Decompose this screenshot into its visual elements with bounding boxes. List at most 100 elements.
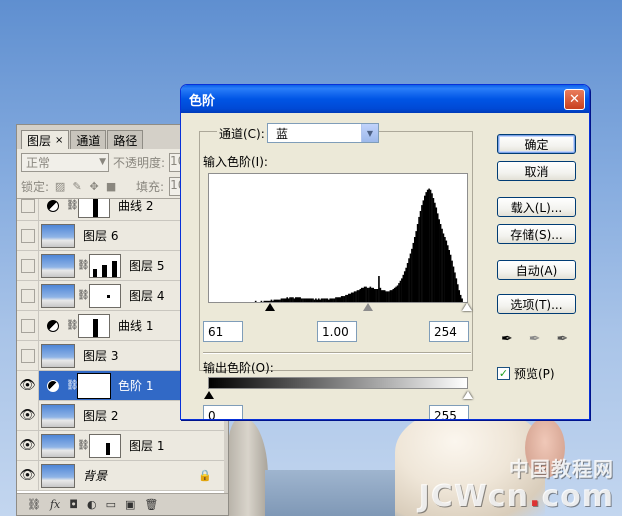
output-black-handle[interactable] <box>204 391 214 399</box>
histogram-bar <box>310 298 313 302</box>
new-layer-icon[interactable]: ▣ <box>125 498 135 511</box>
visibility-toggle[interactable]: 👁 <box>17 400 39 431</box>
load-button[interactable]: 载入(L)... <box>497 197 576 217</box>
histogram-bar <box>444 237 446 302</box>
output-white-handle[interactable] <box>463 391 473 399</box>
ok-button[interactable]: 确定 <box>497 134 576 154</box>
layer-mask-thumbnail[interactable] <box>77 372 111 399</box>
layer-thumbnail <box>41 253 75 278</box>
histogram-bar <box>383 290 386 302</box>
histogram-bar <box>279 299 281 302</box>
lock-all-icon[interactable]: ■ <box>105 180 117 193</box>
histogram-bar <box>366 287 369 302</box>
input-white-field[interactable]: 254 <box>429 321 469 342</box>
dialog-titlebar[interactable]: 色阶 ✕ <box>181 85 589 113</box>
tab-paths[interactable]: 路径 <box>107 130 144 149</box>
input-slider[interactable] <box>208 303 472 313</box>
white-eyedropper-icon[interactable]: ✒ <box>556 331 568 347</box>
close-button[interactable]: ✕ <box>564 88 585 110</box>
output-black-field[interactable]: 0 <box>203 405 243 419</box>
histogram-bar <box>421 205 423 302</box>
layer-thumbnail <box>41 403 75 428</box>
histogram-bar <box>299 297 301 302</box>
photo-rock <box>228 418 268 516</box>
levels-dialog: 色阶 ✕ 通道(C): 蓝 ▼ 输入色阶(I): 61 1.00 254 输出色… <box>180 84 590 420</box>
tab-channels[interactable]: 通道 <box>70 130 107 149</box>
histogram-bar <box>323 298 326 302</box>
save-button[interactable]: 存储(S)... <box>497 224 576 244</box>
layer-name: 背景 <box>83 469 108 483</box>
lock-paint-icon[interactable]: ✎ <box>71 180 83 193</box>
input-black-point-handle[interactable] <box>265 303 275 311</box>
link-icon: ⛓ <box>66 380 79 391</box>
link-layers-icon[interactable]: ⛓ <box>27 498 41 511</box>
input-black-field[interactable]: 61 <box>203 321 243 342</box>
layer-mask-thumbnail[interactable] <box>78 313 110 338</box>
fx-icon[interactable]: fx <box>50 498 60 511</box>
link-icon: ⛓ <box>77 440 90 451</box>
visibility-empty-box <box>20 258 35 273</box>
adjustment-icon[interactable]: ◐ <box>87 498 97 511</box>
channel-value: 蓝 <box>276 126 289 141</box>
eye-icon: 👁 <box>19 408 36 423</box>
lock-transparent-icon[interactable]: ▨ <box>54 180 66 193</box>
histogram-bar <box>369 286 372 302</box>
visibility-toggle[interactable] <box>17 199 39 221</box>
layer-row[interactable]: 👁 背景 🔒 <box>17 460 228 491</box>
auto-button[interactable]: 自动(A) <box>497 260 576 280</box>
histogram-bar <box>263 300 266 302</box>
tab-close-icon[interactable]: × <box>55 135 63 146</box>
histogram-bar <box>401 278 403 302</box>
output-slider[interactable] <box>204 391 473 401</box>
preview-checkbox[interactable]: ✓ <box>497 367 510 380</box>
gray-eyedropper-icon[interactable]: ✒ <box>529 331 541 347</box>
layer-mask-thumbnail[interactable] <box>89 283 121 308</box>
tab-layers[interactable]: 图层 × <box>21 130 70 149</box>
blend-mode-select[interactable]: 正常 ▼ <box>21 152 109 172</box>
folder-icon[interactable]: ▭ <box>106 498 116 511</box>
histogram-bar <box>385 291 387 302</box>
visibility-toggle[interactable] <box>17 340 39 371</box>
histogram-bar <box>451 260 453 302</box>
visibility-toggle[interactable]: 👁 <box>17 430 39 461</box>
input-gamma-handle[interactable] <box>363 303 373 311</box>
histogram-bar <box>415 231 418 302</box>
histogram-bar <box>426 189 429 302</box>
visibility-toggle[interactable] <box>17 310 39 341</box>
lock-label: 锁定: <box>21 180 50 194</box>
layer-mask-thumbnail[interactable] <box>89 433 121 458</box>
input-gamma-field[interactable]: 1.00 <box>317 321 357 342</box>
output-white-field[interactable]: 255 <box>429 405 469 419</box>
histogram-bar <box>316 299 319 302</box>
preview-row[interactable]: ✓ 预览(P) <box>497 365 555 382</box>
add-mask-icon[interactable]: ◘ <box>69 498 78 511</box>
visibility-toggle[interactable] <box>17 280 39 311</box>
histogram-bar <box>363 286 366 302</box>
visibility-toggle[interactable]: 👁 <box>17 370 39 401</box>
visibility-toggle[interactable] <box>17 250 39 281</box>
trash-icon[interactable]: 🗑 <box>144 498 158 511</box>
cancel-button[interactable]: 取消 <box>497 161 576 181</box>
histogram-bar <box>360 287 363 302</box>
histogram-bar <box>439 224 442 302</box>
visibility-toggle[interactable] <box>17 220 39 251</box>
black-eyedropper-icon[interactable]: ✒ <box>501 331 513 347</box>
input-white-point-handle[interactable] <box>462 303 472 311</box>
watermark-top: 中国教程网 <box>509 457 614 481</box>
visibility-toggle[interactable]: 👁 <box>17 460 39 491</box>
histogram-bar <box>396 285 399 302</box>
layer-row[interactable]: 👁 ⛓ 图层 1 <box>17 430 228 461</box>
chevron-down-icon[interactable]: ▼ <box>361 124 378 142</box>
layer-mask-thumbnail[interactable] <box>89 253 121 278</box>
histogram-bar <box>322 298 324 302</box>
histogram-bar <box>373 289 376 302</box>
histogram-bar <box>340 296 343 302</box>
options-button[interactable]: 选项(T)... <box>497 294 576 314</box>
channel-select[interactable]: 蓝 ▼ <box>267 123 379 143</box>
layer-mask-thumbnail[interactable] <box>78 199 110 218</box>
histogram-bar <box>293 298 296 302</box>
histogram-bar <box>350 292 353 302</box>
layer-name: 曲线 1 <box>118 319 154 333</box>
lock-move-icon[interactable]: ✥ <box>88 180 100 193</box>
histogram-bar <box>431 193 433 302</box>
